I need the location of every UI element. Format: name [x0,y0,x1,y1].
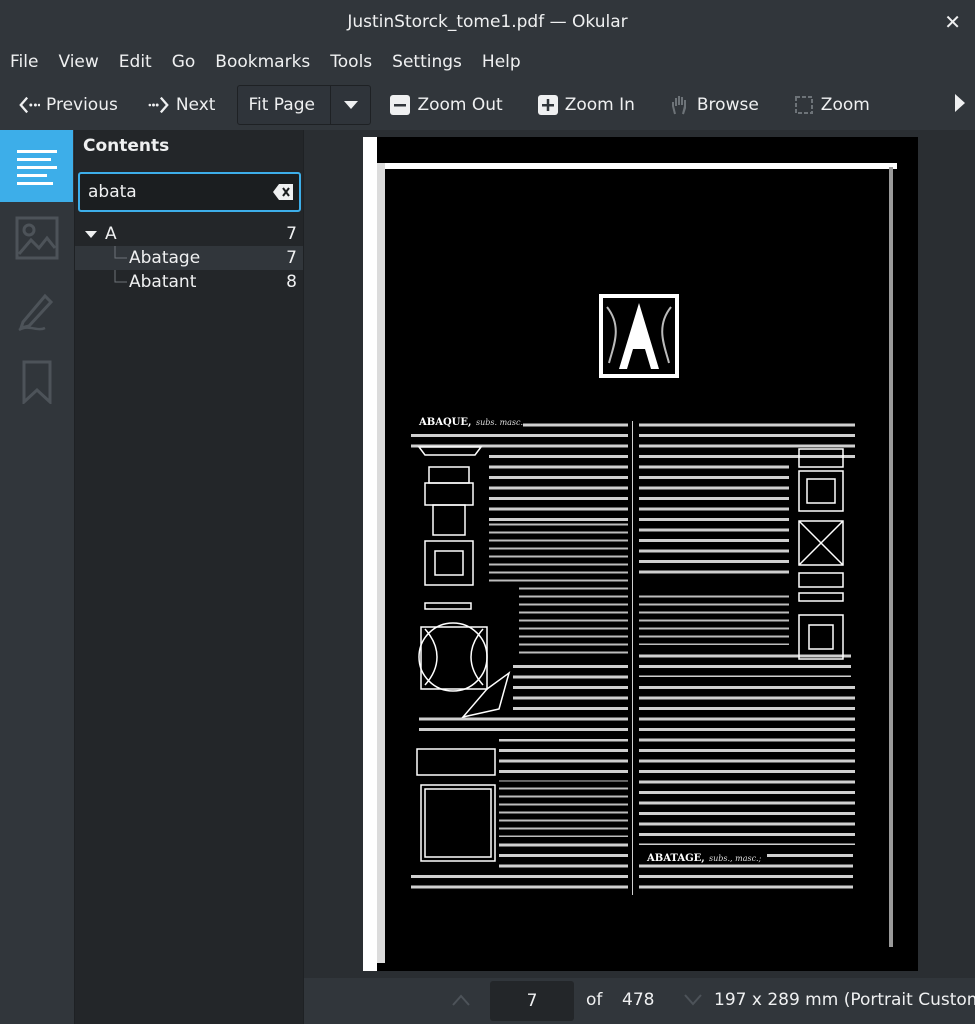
contents-panel: Contents A 7 Abatage 7 Abatant 8 [75,130,304,1024]
tree-item-page: 8 [286,272,297,292]
next-button[interactable]: Next [140,85,224,125]
tree-item-page: 7 [286,224,297,244]
page-down-icon[interactable] [684,994,702,1006]
previous-button[interactable]: Previous [10,85,126,125]
entry-heading-abaque: ABAQUE, [418,417,472,428]
tree-item-abatant[interactable]: Abatant 8 [75,270,303,294]
menu-tools[interactable]: Tools [330,52,372,72]
tab-bookmarks[interactable] [0,346,73,418]
contents-header: Contents [83,136,170,156]
clear-icon[interactable] [273,184,293,200]
zoom-in-button[interactable]: Zoom In [529,85,643,125]
tab-contents[interactable] [0,130,73,202]
zoom-mode-select[interactable]: Fit Page [237,85,372,125]
previous-label: Previous [46,95,118,115]
previous-icon [19,96,40,114]
menu-bookmarks[interactable]: Bookmarks [215,52,310,72]
zoom-in-label: Zoom In [564,95,635,115]
document-view[interactable]: ABAQUE, subs. masc. ABATAGE, subs., masc… [304,130,975,978]
right-figures [798,448,844,660]
zoom-out-icon [390,95,411,115]
status-bar: 7 of 478 197 x 289 mm (Portrait Custom) [304,978,975,1024]
sidebar-tabs [0,130,75,1024]
menu-help[interactable]: Help [482,52,521,72]
zoom-out-label: Zoom Out [417,95,503,115]
contents-search [78,172,301,212]
tree-connector [114,270,127,283]
toolbar-overflow-icon[interactable] [955,94,965,112]
contents-icon [16,150,57,185]
menu-view[interactable]: View [58,52,98,72]
menu-bar: File View Edit Go Bookmarks Tools Settin… [0,44,975,80]
tree-item-label: A [105,224,117,244]
total-pages: 478 [622,990,655,1010]
page-size-label: 197 x 289 mm (Portrait Custom) [714,990,975,1010]
zoom-mode-value: Fit Page [248,95,315,115]
search-input[interactable] [88,182,258,202]
toolbar: Previous Next Fit Page Zoom Out Zoom In [0,80,975,130]
menu-file[interactable]: File [10,52,38,72]
window-title: JustinStorck_tome1.pdf — Okular [347,12,628,32]
tree-item-page: 7 [286,248,297,268]
tree-item-label: Abatage [129,248,201,268]
entry-heading-abatage: ABATAGE, [646,853,705,864]
expand-arrow-icon[interactable] [85,230,97,238]
zoom-tool-button[interactable]: Zoom [785,85,878,125]
page-of-label: of [586,990,603,1010]
pen-icon [17,293,53,332]
browse-label: Browse [696,95,759,115]
zoom-in-icon [537,95,558,115]
tree-connector [114,246,127,259]
document-page: ABAQUE, subs. masc. ABATAGE, subs., masc… [363,137,918,971]
entry-heading-abaque-type: subs. masc. [476,418,523,427]
tree-item-label: Abatant [129,272,197,292]
menu-settings[interactable]: Settings [392,52,462,72]
entry-heading-abatage-type: subs., masc.; [709,854,762,863]
page-number-input[interactable]: 7 [490,981,574,1021]
tree-item-a[interactable]: A 7 [75,222,303,246]
contents-tree: A 7 Abatage 7 Abatant 8 [75,222,303,294]
browse-button[interactable]: Browse [661,85,767,125]
menu-edit[interactable]: Edit [119,52,152,72]
zoom-tool-label: Zoom [820,95,870,115]
menu-go[interactable]: Go [172,52,196,72]
next-icon [148,96,169,114]
hand-icon [671,96,686,115]
chevron-down-icon[interactable] [330,86,370,124]
close-icon[interactable]: ✕ [944,10,961,34]
image-icon [15,216,58,260]
tab-thumbnails[interactable] [0,202,73,274]
next-label: Next [175,95,216,115]
title-bar: JustinStorck_tome1.pdf — Okular ✕ [0,0,975,44]
tree-item-abatage[interactable]: Abatage 7 [75,246,303,270]
page-up-icon[interactable] [452,994,470,1006]
ornamental-initial [599,294,679,378]
zoom-out-button[interactable]: Zoom Out [381,85,510,125]
bookmark-icon [22,360,51,404]
page-render: ABAQUE, subs. masc. ABATAGE, subs., masc… [363,137,897,971]
tab-annotations[interactable] [0,274,73,346]
zoom-region-icon [794,96,813,114]
